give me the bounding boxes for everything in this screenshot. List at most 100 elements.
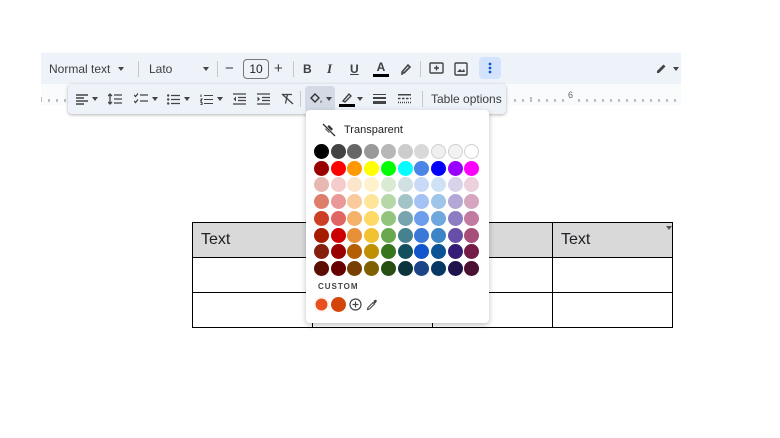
table-cell[interactable]: [192, 292, 313, 328]
decrease-font-size-button[interactable]: −: [225, 53, 234, 84]
color-swatch[interactable]: [330, 260, 346, 276]
color-swatch[interactable]: [414, 177, 430, 193]
color-swatch[interactable]: [464, 194, 480, 210]
color-swatch[interactable]: [447, 244, 463, 260]
color-swatch[interactable]: [364, 210, 380, 226]
align-button[interactable]: [76, 84, 98, 114]
color-swatch[interactable]: [364, 177, 380, 193]
color-swatch[interactable]: [364, 160, 380, 176]
color-swatch[interactable]: [314, 227, 329, 243]
checklist-button[interactable]: [134, 84, 158, 114]
color-swatch[interactable]: [314, 144, 329, 159]
color-swatch[interactable]: [347, 160, 363, 176]
color-swatch[interactable]: [397, 244, 413, 260]
color-swatch[interactable]: [330, 210, 346, 226]
bulleted-list-button[interactable]: [167, 84, 190, 114]
bold-button[interactable]: B: [303, 53, 312, 84]
color-swatch[interactable]: [380, 260, 396, 276]
color-swatch[interactable]: [430, 144, 446, 159]
font-size-input[interactable]: 10: [243, 59, 269, 79]
color-swatch[interactable]: [330, 244, 346, 260]
color-swatch[interactable]: [380, 227, 396, 243]
color-swatch[interactable]: [447, 194, 463, 210]
more-options-button[interactable]: [479, 57, 501, 79]
color-swatch[interactable]: [414, 244, 430, 260]
color-swatch[interactable]: [397, 144, 413, 159]
color-swatch[interactable]: [430, 227, 446, 243]
color-swatch[interactable]: [447, 227, 463, 243]
color-swatch[interactable]: [397, 210, 413, 226]
color-swatch[interactable]: [414, 210, 430, 226]
color-swatch[interactable]: [330, 227, 346, 243]
color-swatch[interactable]: [414, 194, 430, 210]
color-swatch[interactable]: [464, 160, 480, 176]
underline-button[interactable]: U: [350, 53, 359, 84]
increase-indent-button[interactable]: [257, 84, 270, 114]
insert-comment-button[interactable]: [429, 53, 444, 84]
color-swatch[interactable]: [330, 160, 346, 176]
table-cell[interactable]: [552, 292, 673, 328]
color-swatch[interactable]: [380, 144, 396, 159]
color-swatch[interactable]: [430, 244, 446, 260]
color-swatch[interactable]: [314, 244, 329, 260]
color-swatch[interactable]: [464, 260, 480, 276]
color-swatch[interactable]: [330, 194, 346, 210]
color-swatch[interactable]: [364, 260, 380, 276]
color-swatch[interactable]: [364, 144, 380, 159]
color-swatch[interactable]: [464, 244, 480, 260]
custom-color-swatch[interactable]: [331, 297, 346, 312]
color-swatch[interactable]: [430, 260, 446, 276]
color-swatch[interactable]: [380, 244, 396, 260]
color-swatch[interactable]: [397, 177, 413, 193]
color-swatch[interactable]: [330, 144, 346, 159]
color-swatch[interactable]: [314, 210, 329, 226]
color-swatch[interactable]: [347, 194, 363, 210]
table-cell[interactable]: Text: [192, 222, 313, 258]
color-swatch[interactable]: [314, 194, 329, 210]
numbered-list-button[interactable]: [200, 84, 223, 114]
color-swatch[interactable]: [447, 210, 463, 226]
color-swatch[interactable]: [414, 260, 430, 276]
color-swatch[interactable]: [447, 260, 463, 276]
increase-font-size-button[interactable]: +: [274, 53, 283, 84]
eyedropper-button[interactable]: [364, 297, 379, 312]
color-swatch[interactable]: [347, 210, 363, 226]
table-cell[interactable]: [192, 257, 313, 293]
decrease-indent-button[interactable]: [233, 84, 246, 114]
color-swatch[interactable]: [414, 160, 430, 176]
color-swatch[interactable]: [447, 160, 463, 176]
color-swatch[interactable]: [380, 194, 396, 210]
color-swatch[interactable]: [347, 244, 363, 260]
color-swatch[interactable]: [364, 244, 380, 260]
color-swatch[interactable]: [430, 194, 446, 210]
color-swatch[interactable]: [430, 210, 446, 226]
clear-formatting-button[interactable]: [281, 84, 294, 114]
color-swatch[interactable]: [397, 260, 413, 276]
color-swatch[interactable]: [380, 210, 396, 226]
text-color-button[interactable]: A: [373, 53, 389, 84]
color-swatch[interactable]: [380, 160, 396, 176]
color-swatch[interactable]: [347, 144, 363, 159]
color-swatch[interactable]: [314, 177, 329, 193]
color-swatch[interactable]: [364, 227, 380, 243]
add-custom-color-button[interactable]: [348, 297, 363, 312]
color-swatch[interactable]: [347, 177, 363, 193]
highlight-color-button[interactable]: [399, 53, 413, 84]
color-swatch[interactable]: [397, 160, 413, 176]
table-cell[interactable]: Text: [552, 222, 673, 258]
color-swatch[interactable]: [347, 227, 363, 243]
insert-image-button[interactable]: [454, 53, 468, 84]
custom-color-swatch[interactable]: [314, 297, 329, 312]
color-swatch[interactable]: [380, 177, 396, 193]
paragraph-style-dropdown[interactable]: Normal text: [49, 53, 125, 84]
column-menu-chevron-icon[interactable]: [666, 226, 672, 230]
transparent-option[interactable]: Transparent: [322, 120, 403, 140]
color-swatch[interactable]: [464, 227, 480, 243]
color-swatch[interactable]: [364, 194, 380, 210]
table-cell[interactable]: [552, 257, 673, 293]
color-swatch[interactable]: [397, 194, 413, 210]
line-spacing-button[interactable]: [108, 84, 122, 114]
color-swatch[interactable]: [414, 227, 430, 243]
font-family-dropdown[interactable]: Lato: [149, 53, 209, 84]
color-swatch[interactable]: [447, 177, 463, 193]
